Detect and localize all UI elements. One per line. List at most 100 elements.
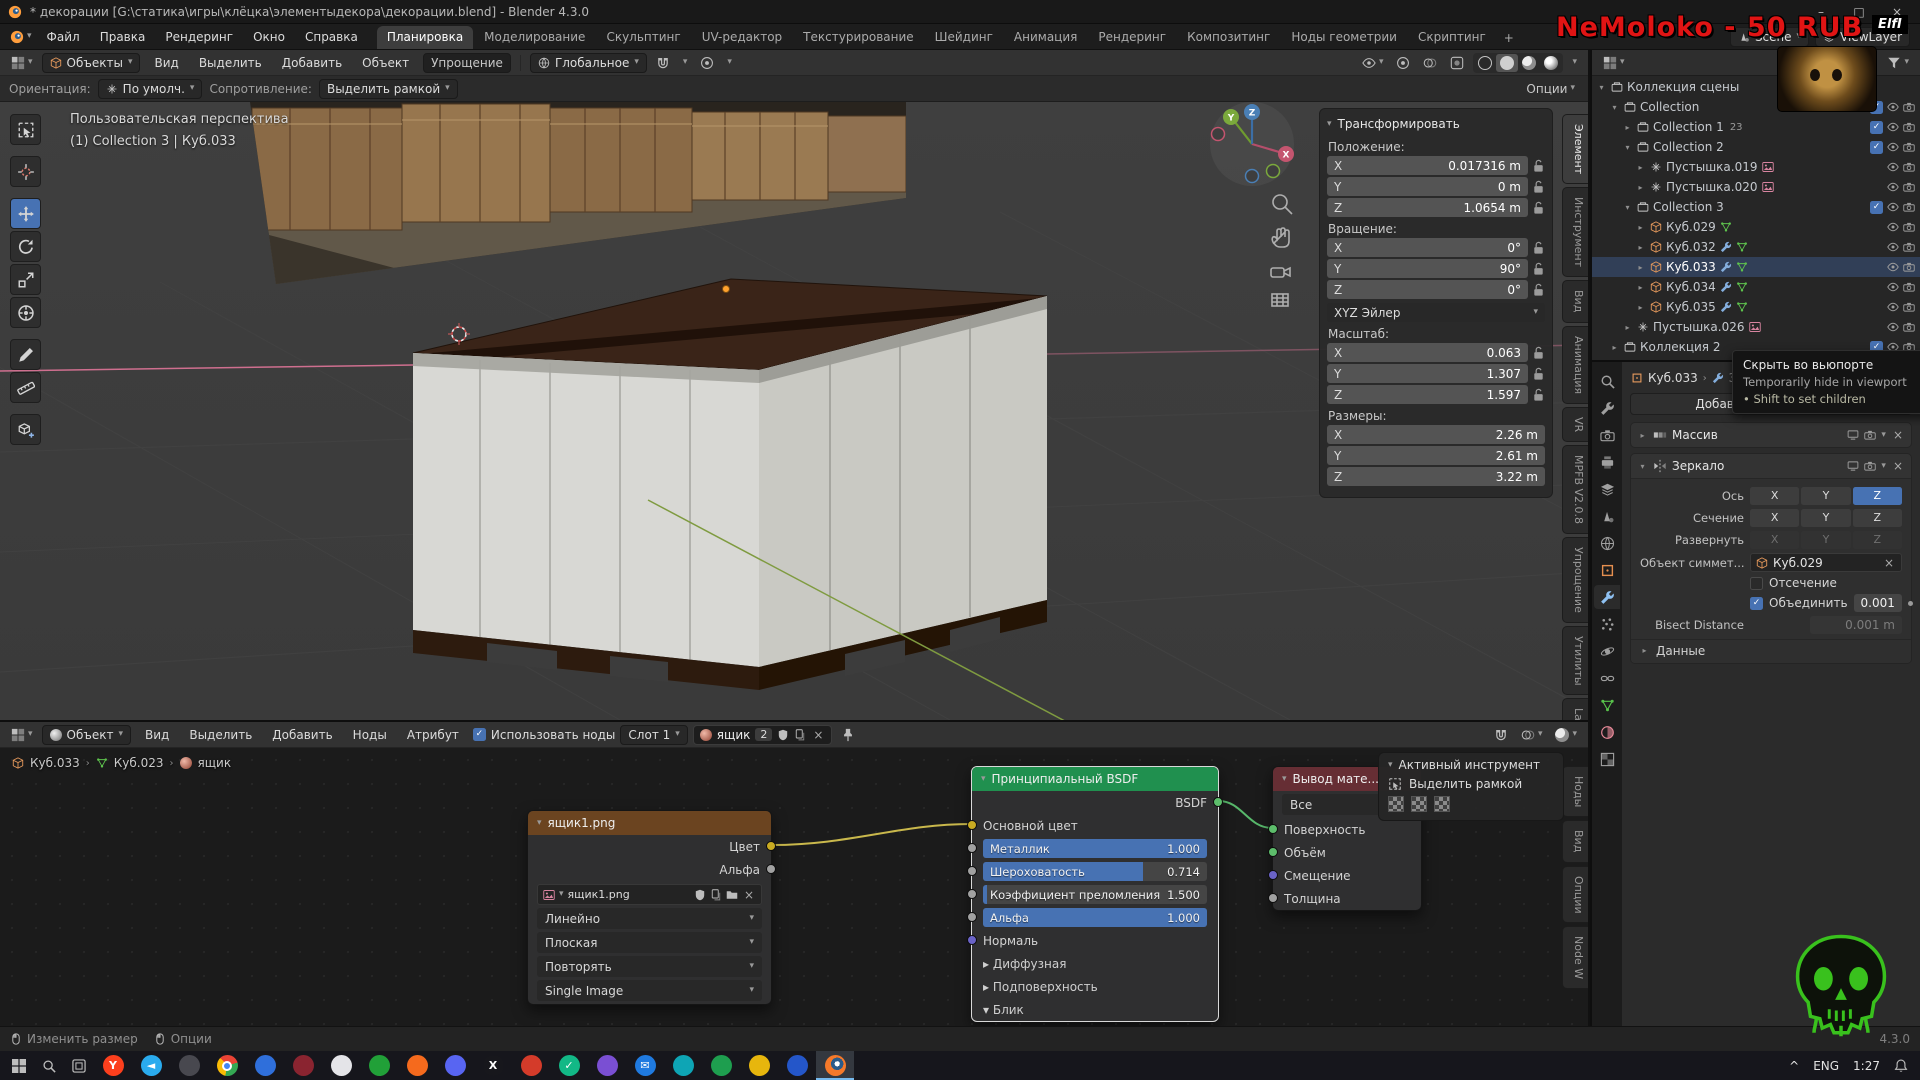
proportional-settings-dropdown[interactable]: ▾ — [723, 56, 736, 69]
taskbar-app-app-blue[interactable] — [246, 1051, 284, 1080]
exclude-checkbox[interactable]: ✓ — [1870, 200, 1883, 214]
camera-icon[interactable] — [1903, 121, 1915, 133]
menu-Рендеринг[interactable]: Рендеринг — [156, 27, 242, 47]
node-principled-bsdf[interactable]: ▾ Принципиальный BSDF BSDF Основной цвет М… — [967, 766, 1223, 1022]
value-socket[interactable] — [967, 843, 977, 853]
maximize-button[interactable]: □ — [1844, 5, 1874, 19]
properties-tab-tool[interactable] — [1594, 396, 1620, 420]
transform-field-Y[interactable]: Y 0 m — [1327, 177, 1528, 196]
vector-socket[interactable] — [967, 935, 977, 945]
chevron-right-icon[interactable]: ▸ — [1609, 343, 1620, 352]
preview-sphere-dropdown[interactable]: ▾ — [1551, 726, 1581, 744]
eye-icon[interactable] — [1887, 261, 1899, 273]
taskbar-search-button[interactable] — [34, 1051, 64, 1080]
sidebar-tab-Вид[interactable]: Вид — [1562, 280, 1588, 323]
sidebar-tab-Упрощение[interactable]: Упрощение — [1562, 536, 1588, 623]
workspace-tab-Шейдинг[interactable]: Шейдинг — [925, 26, 1003, 49]
lock-open-icon[interactable] — [1532, 262, 1545, 276]
properties-tab-render[interactable] — [1594, 423, 1620, 447]
camera-icon[interactable] — [1903, 301, 1915, 313]
shader-menu-Выделить[interactable]: Выделить — [180, 725, 261, 745]
lock-open-icon[interactable] — [1532, 367, 1545, 381]
image-icon[interactable] — [1761, 161, 1774, 173]
properties-tab-scene[interactable] — [1594, 504, 1620, 528]
properties-tab-particles[interactable] — [1594, 612, 1620, 636]
axis-button-X[interactable]: X — [1750, 487, 1800, 505]
chevron-right-icon[interactable]: ▸ — [1635, 303, 1646, 312]
render-display-toggle[interactable] — [1864, 460, 1877, 472]
taskbar-app-telegram[interactable]: ◄ — [132, 1051, 170, 1080]
show-gizmos-button[interactable] — [1392, 54, 1414, 72]
transform-field-Y[interactable]: Y 90° — [1327, 259, 1528, 278]
fake-user-button[interactable] — [777, 729, 789, 741]
object-visibility-dropdown[interactable]: ▾ — [1358, 54, 1388, 72]
proportional-editing-button[interactable] — [696, 54, 718, 72]
exclude-checkbox[interactable]: ✓ — [1870, 100, 1883, 114]
drag-value-dropdown[interactable]: Выделить рамкой ▾ — [318, 78, 458, 99]
displacement-socket[interactable] — [1268, 870, 1278, 880]
menu-Справка[interactable]: Справка — [296, 27, 367, 47]
shader-type-dropdown[interactable]: Объект ▾ — [41, 724, 132, 745]
chevron-down-icon[interactable]: ▾ — [1596, 83, 1607, 92]
tool-add-cube-button[interactable] — [10, 414, 41, 445]
camera-icon[interactable] — [1903, 141, 1915, 153]
simplify-tab[interactable]: Упрощение — [423, 52, 511, 73]
camera-icon[interactable] — [1903, 161, 1915, 173]
tool-annotate-button[interactable] — [10, 339, 41, 370]
camera-icon[interactable] — [1903, 221, 1915, 233]
modifier-close-button[interactable]: × — [1891, 428, 1905, 442]
taskbar-app-blender[interactable] — [816, 1051, 854, 1080]
transform-field-X[interactable]: X 0° — [1327, 238, 1528, 257]
shader-menu-Атрибут[interactable]: Атрибут — [398, 725, 468, 745]
outliner-row-Collection 2[interactable]: ▾ Collection 2 ✓ — [1592, 137, 1920, 157]
pin-button[interactable] — [837, 726, 859, 744]
lock-open-icon[interactable] — [1532, 159, 1545, 173]
animate-property-dot[interactable] — [1907, 600, 1913, 606]
wrench-icon[interactable] — [1720, 241, 1732, 253]
shader-sidebar-tab-Ноды[interactable]: Ноды — [1562, 766, 1588, 818]
breadcrumb-object[interactable]: Куб.033 — [1648, 371, 1698, 385]
taskbar-app-app-cyan[interactable] — [664, 1051, 702, 1080]
workspace-tab-Скульптинг[interactable]: Скульптинг — [596, 26, 690, 49]
meshdata-icon[interactable] — [1720, 221, 1732, 233]
transform-panel-header[interactable]: ▾ Трансформировать — [1327, 113, 1545, 135]
properties-tab-view-layer[interactable] — [1594, 477, 1620, 501]
outliner-row-Пустышка.020[interactable]: ▸ Пустышка.020 — [1592, 177, 1920, 197]
axis-button-Y[interactable]: Y — [1801, 487, 1851, 505]
lock-open-icon[interactable] — [1532, 201, 1545, 215]
options-dropdown[interactable]: Опции ▾ — [1522, 80, 1579, 98]
image-file-field[interactable]: ▾ ящик1.png × — [537, 884, 762, 905]
shader-menu-Вид[interactable]: Вид — [136, 725, 178, 745]
properties-tab-constraints[interactable] — [1594, 666, 1620, 690]
shader-menu-Ноды[interactable]: Ноды — [344, 725, 396, 745]
viewport-canvas[interactable]: X Y Z Пользовательская перспектива (1) C… — [0, 102, 1588, 720]
viewport-display-toggle[interactable] — [1847, 460, 1859, 472]
chevron-down-icon[interactable]: ▾ — [1609, 103, 1620, 112]
texture-thumbnail[interactable] — [1388, 796, 1404, 812]
eye-icon[interactable] — [1887, 301, 1899, 313]
bsdf-row-Диффузная[interactable]: ▸ Диффузная — [972, 952, 1218, 975]
new-material-button[interactable] — [794, 728, 806, 741]
outliner-row-Collection 3[interactable]: ▾ Collection 3 ✓ — [1592, 197, 1920, 217]
texture-thumbnail[interactable] — [1434, 796, 1450, 812]
modifier-array-header[interactable]: ▸ Массив ▾ × — [1631, 423, 1911, 447]
outliner-row-Пустышка.019[interactable]: ▸ Пустышка.019 — [1592, 157, 1920, 177]
eye-icon[interactable] — [1887, 221, 1899, 233]
eye-icon[interactable] — [1887, 321, 1899, 333]
minimize-button[interactable]: – — [1806, 5, 1836, 19]
close-button[interactable]: × — [1882, 5, 1912, 19]
taskbar-app-app-light[interactable] — [322, 1051, 360, 1080]
interpolation-dropdown[interactable]: Линейно ▾ — [537, 908, 762, 929]
properties-tab-modifiers[interactable] — [1594, 585, 1620, 609]
slider-Коэффициент преломления[interactable]: Коэффициент преломления 1.500 — [983, 885, 1207, 904]
transform-field-X[interactable]: X 0.063 — [1327, 343, 1528, 362]
eye-icon[interactable] — [1887, 141, 1899, 153]
orientation-value-dropdown[interactable]: По умолч. ▾ — [97, 78, 203, 99]
transform-field-Z[interactable]: Z 0° — [1327, 280, 1528, 299]
shading-material-button[interactable] — [1518, 54, 1540, 72]
eye-icon[interactable] — [1887, 161, 1899, 173]
tool-transform-button[interactable] — [10, 297, 41, 328]
workspace-tab-Планировка[interactable]: Планировка — [376, 26, 474, 49]
editor-type-button[interactable]: ▾ — [1599, 54, 1629, 72]
transform-field-Z[interactable]: Z 3.22 m — [1327, 467, 1545, 486]
